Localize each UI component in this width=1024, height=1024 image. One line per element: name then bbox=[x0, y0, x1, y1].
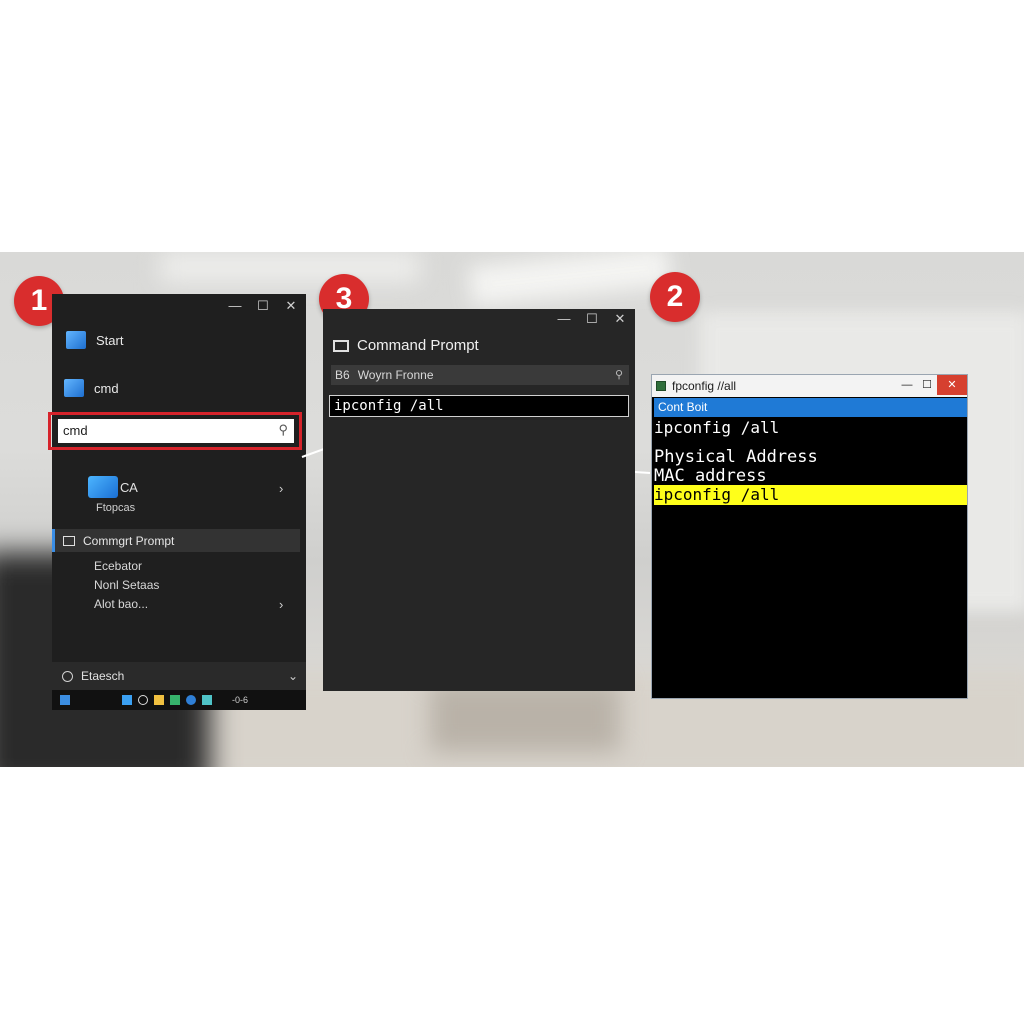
console-line: ipconfig /all bbox=[654, 418, 780, 437]
cp-search-text: Woyrn Fronne bbox=[357, 368, 434, 382]
computer-icon bbox=[64, 379, 84, 397]
cmd-label: cmd bbox=[94, 380, 119, 396]
close-button[interactable]: ✕ bbox=[284, 298, 298, 314]
terminal-icon bbox=[63, 535, 75, 546]
start-icon bbox=[66, 331, 86, 349]
search-icon[interactable]: ⚲ bbox=[615, 368, 623, 381]
close-button[interactable]: ✕ bbox=[937, 375, 967, 395]
start-label: Start bbox=[96, 332, 124, 348]
start-window-controls: — ☐ ✕ bbox=[228, 298, 298, 314]
search-icon[interactable] bbox=[138, 695, 148, 705]
start-footer-bar[interactable]: Etaesch ⌄ bbox=[52, 662, 306, 690]
result-app-icon bbox=[88, 476, 118, 498]
search-input[interactable]: cmd ⚲ bbox=[58, 419, 294, 443]
cp-title: Command Prompt bbox=[357, 337, 479, 354]
start-item[interactable]: Start bbox=[66, 331, 123, 349]
close-button[interactable]: ✕ bbox=[613, 311, 627, 327]
step-badge-2: 2 bbox=[650, 272, 700, 322]
chevron-right-icon[interactable]: › bbox=[279, 481, 283, 496]
taskbar-clock: -0-6 bbox=[232, 695, 249, 705]
folder-icon[interactable] bbox=[154, 695, 164, 705]
console-line: MAC address bbox=[654, 466, 767, 486]
command-prompt-item-label: Commgrt Prompt bbox=[83, 533, 175, 548]
start-menu-panel: — ☐ ✕ bbox=[52, 294, 306, 709]
minimize-button[interactable]: — bbox=[557, 311, 571, 327]
app-icon[interactable] bbox=[170, 695, 180, 705]
taskbar: -0-6 bbox=[52, 690, 306, 710]
maximize-button[interactable]: ☐ bbox=[917, 375, 937, 395]
console-highlighted-line: ipconfig /all bbox=[654, 485, 967, 505]
command-prompt-panel: — ☐ ✕ Command Prompt B6 Woyrn Fronne ⚲ i… bbox=[323, 309, 635, 691]
cp-window-controls: — ☐ ✕ bbox=[557, 311, 627, 327]
minimize-button[interactable]: — bbox=[228, 298, 242, 314]
cp-title-row: Command Prompt bbox=[333, 337, 479, 354]
console-window-controls: — ☐ ✕ bbox=[897, 375, 967, 395]
power-icon[interactable] bbox=[62, 670, 73, 682]
sub-item-3[interactable]: Alot bao... bbox=[94, 597, 148, 611]
maximize-button[interactable]: ☐ bbox=[585, 311, 599, 327]
browser-icon[interactable] bbox=[186, 695, 196, 705]
result-subtitle: Ftopcas bbox=[96, 502, 136, 514]
cp-search-prefix: B6 bbox=[335, 368, 350, 382]
store-icon[interactable] bbox=[202, 695, 212, 705]
chevron-down-icon[interactable]: ⌄ bbox=[288, 669, 298, 683]
search-icon[interactable]: ⚲ bbox=[278, 422, 288, 438]
cp-search-bar[interactable]: B6 Woyrn Fronne ⚲ bbox=[331, 365, 629, 385]
sub-item-1[interactable]: Ecebator bbox=[94, 559, 142, 573]
start-icon[interactable] bbox=[122, 695, 132, 705]
chevron-right-icon[interactable]: › bbox=[279, 597, 283, 612]
command-input[interactable]: ipconfig /all bbox=[329, 395, 629, 417]
maximize-button[interactable]: ☐ bbox=[256, 298, 270, 314]
console-menu-bar[interactable]: Cont Boit bbox=[654, 398, 967, 417]
minimize-button[interactable]: — bbox=[897, 375, 917, 395]
console-app-icon bbox=[656, 381, 666, 391]
console-line: Physical Address bbox=[654, 447, 818, 467]
result-title[interactable]: СА bbox=[120, 480, 138, 495]
cmd-item[interactable]: cmd bbox=[64, 379, 119, 397]
console-window: fpconfig //all — ☐ ✕ Cont Boit ipconfig … bbox=[651, 374, 968, 699]
terminal-icon bbox=[333, 339, 349, 352]
footer-label: Etaesch bbox=[81, 669, 125, 683]
sub-item-2[interactable]: Nonl Setaas bbox=[94, 578, 159, 592]
command-prompt-item[interactable]: Commgrt Prompt bbox=[52, 529, 300, 552]
search-input-value: cmd bbox=[63, 423, 88, 438]
windows-logo-icon[interactable] bbox=[60, 695, 70, 705]
console-title: fpconfig //all bbox=[672, 379, 737, 393]
